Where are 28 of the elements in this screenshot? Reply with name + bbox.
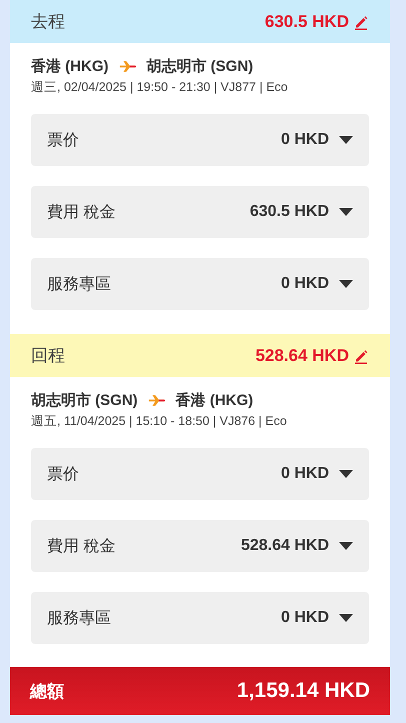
fee-dropdown[interactable]: 票价 0 HKD <box>31 448 369 500</box>
destination-city: 胡志明市 (SGN) <box>146 57 254 76</box>
total-label: 總額 <box>30 680 65 702</box>
caret-icon <box>339 614 353 622</box>
caret-icon <box>339 280 353 288</box>
leg-amount: 528.64 HKD <box>255 346 349 366</box>
edit-icon[interactable] <box>353 14 369 30</box>
fee-dropdown[interactable]: 費用 稅金 528.64 HKD <box>31 520 369 572</box>
origin-city: 胡志明市 (SGN) <box>31 391 138 410</box>
leg-amount: 630.5 HKD <box>264 12 349 32</box>
leg-title: 去程 <box>31 11 66 33</box>
airplane-icon <box>148 394 166 407</box>
caret-icon <box>339 136 353 144</box>
origin-city: 香港 (HKG) <box>31 57 108 76</box>
caret-icon <box>339 542 353 550</box>
leg-title: 回程 <box>31 345 66 367</box>
fee-dropdown[interactable]: 服務專區 0 HKD <box>31 592 369 644</box>
fee-dropdown[interactable]: 票价 0 HKD <box>31 114 369 166</box>
caret-icon <box>339 208 353 216</box>
edit-icon[interactable] <box>353 348 369 364</box>
total-amount: 1,159.14 HKD <box>236 679 370 703</box>
fee-dropdown[interactable]: 費用 稅金 630.5 HKD <box>31 186 369 238</box>
airplane-icon <box>118 60 136 73</box>
caret-icon <box>339 470 353 478</box>
flight-details: 週三, 02/04/2025 | 19:50 - 21:30 | VJ877 | Eco <box>31 79 289 96</box>
fee-dropdown[interactable]: 服務專區 0 HKD <box>31 258 369 310</box>
destination-city: 香港 (HKG) <box>176 391 254 410</box>
flight-details: 週五, 11/04/2025 | 15:10 - 18:50 | VJ876 | Eco <box>31 413 288 430</box>
